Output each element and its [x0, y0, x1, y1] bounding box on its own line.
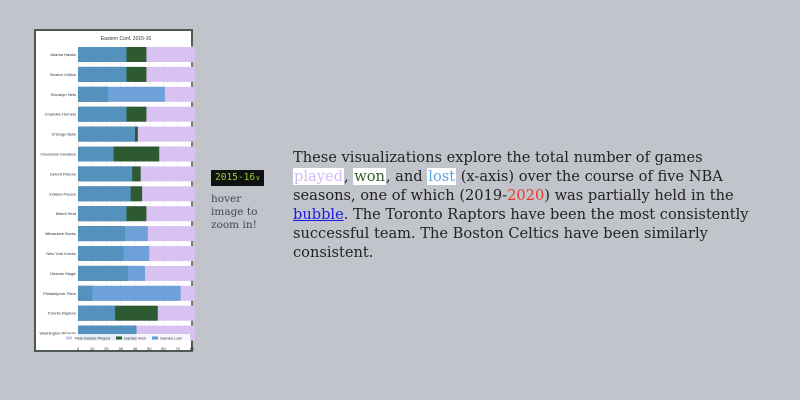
legend-swatch: [116, 336, 122, 340]
x-tick-label: 50: [147, 346, 152, 351]
season-value: 2015-16: [215, 172, 256, 183]
legend-label: Games Won: [124, 336, 146, 341]
bubble-link[interactable]: bubble: [293, 206, 344, 223]
team-label: New York Knicks: [46, 251, 76, 256]
bar-games-lost: [78, 86, 165, 102]
hover-hint: hover image to zoom in!: [211, 193, 258, 231]
bar-chart: Eastern Conf. 2015-16 Atlanta Hawks Bosto…: [39, 36, 195, 351]
team-label: Orlando Magic: [50, 271, 76, 276]
text: These visualizations explore the total n…: [293, 149, 703, 166]
team-label: Miami Heat: [56, 211, 77, 216]
x-tick-label: 10: [90, 346, 95, 351]
bar-games-lost: [78, 47, 127, 62]
lost-highlight: lost: [427, 168, 457, 185]
legend-swatch: [66, 336, 72, 340]
season-dropdown[interactable]: 2015-16 ∨: [211, 170, 264, 186]
bar-games-lost: [78, 305, 116, 321]
bar-games-lost: [78, 246, 150, 261]
text: and: [390, 168, 428, 185]
bar-games-lost: [78, 265, 145, 281]
x-tick-label: 0: [77, 346, 80, 351]
team-label: Detroit Pistons: [50, 171, 76, 176]
team-label: Toronto Raptors: [48, 311, 76, 316]
team-label: Philadelphia 76ers: [43, 291, 76, 296]
chart-title: Eastern Conf. 2015-16: [101, 36, 152, 42]
description-paragraph: These visualizations explore the total n…: [293, 148, 753, 262]
team-label: Charlotte Hornets: [45, 112, 76, 117]
bar-games-lost: [78, 226, 148, 242]
bar-games-lost: [78, 126, 135, 142]
x-tick-label: 70: [176, 346, 181, 351]
team-label: Indiana Pacers: [49, 191, 76, 196]
bar-games-lost: [78, 146, 114, 162]
chart-image[interactable]: Eastern Conf. 2015-16 Atlanta Hawks Bosto…: [34, 29, 195, 352]
text: ,: [343, 168, 354, 185]
legend-label: Games Lost: [160, 336, 182, 341]
text: ) was partially held in the: [544, 187, 734, 204]
bar-games-lost: [78, 106, 127, 122]
chevron-down-icon: ∨: [255, 174, 260, 182]
team-label: Chicago Bulls: [52, 132, 76, 137]
played-highlight: played: [293, 168, 344, 185]
team-label: Boston Celtics: [50, 72, 76, 77]
legend-label: Total Games Played: [74, 336, 110, 341]
team-label: Cleveland Cavaliers: [40, 152, 76, 157]
bar-games-lost: [78, 66, 127, 82]
text: . The Toronto Raptors have been the most…: [293, 206, 749, 261]
x-tick-label: 40: [133, 346, 138, 351]
won-highlight: won: [353, 168, 386, 185]
legend-swatch: [152, 336, 158, 340]
x-tick-label: 80: [190, 346, 195, 351]
bar-games-lost: [78, 285, 181, 301]
x-tick-label: 30: [119, 346, 124, 351]
team-label: Atlanta Hawks: [50, 52, 76, 57]
bar-games-lost: [78, 186, 131, 202]
x-tick-label: 20: [104, 346, 109, 351]
x-tick-label: 60: [161, 346, 166, 351]
team-label: Milwaukee Bucks: [45, 231, 76, 236]
year-highlight: 2020: [507, 187, 545, 204]
bar-games-lost: [78, 166, 133, 182]
bar-games-lost: [78, 206, 127, 222]
team-label: Brooklyn Nets: [51, 92, 76, 97]
